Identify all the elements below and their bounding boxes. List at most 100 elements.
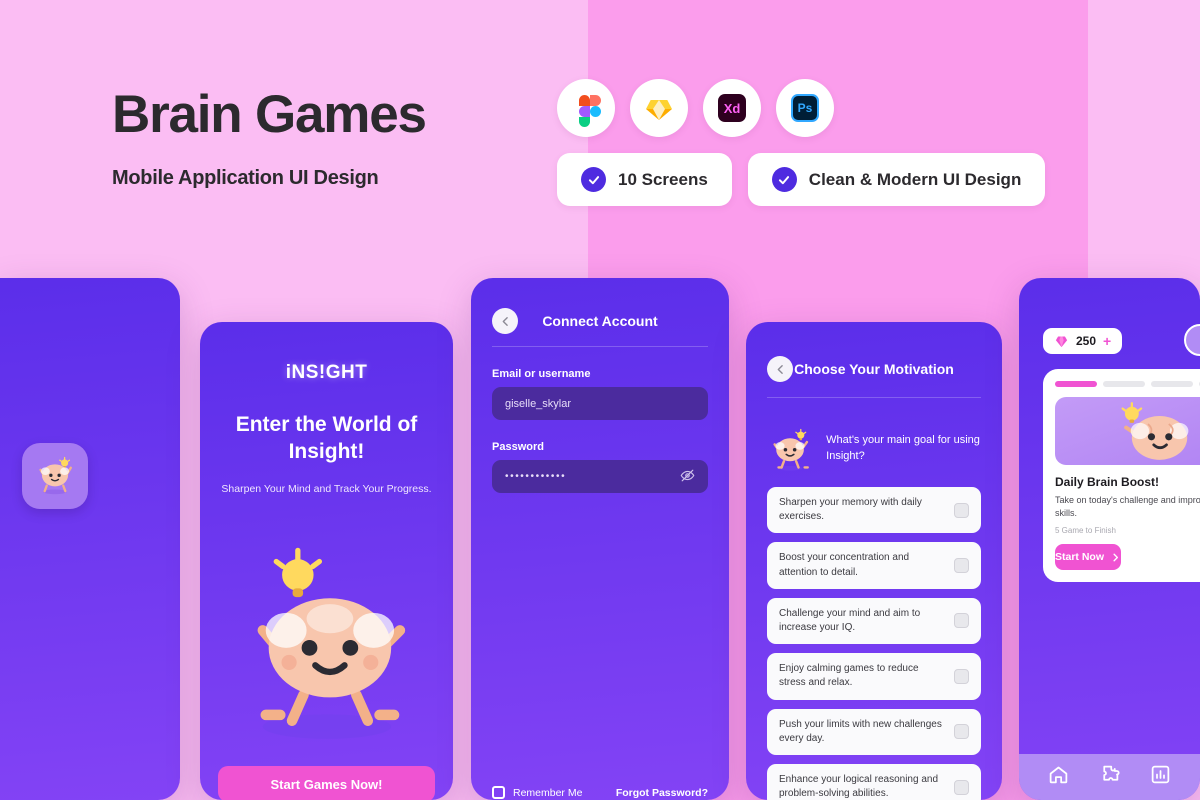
progress-indicator [1055, 381, 1200, 387]
tool-chip-adobe-xd[interactable]: Xd [703, 79, 761, 137]
eye-off-icon[interactable] [680, 468, 695, 486]
motivation-option-label: Enhance your logical reasoning and probl… [779, 773, 938, 800]
password-input[interactable]: •••••••••••• [492, 460, 708, 493]
adobe-xd-label: Xd [718, 94, 746, 122]
welcome-headline: Enter the World of Insight! [235, 413, 418, 463]
phone-screen-home: 250 + Daily Brain Boost! Take on today's… [1019, 278, 1200, 800]
remember-me-label: Remember Me [513, 786, 583, 799]
header-divider [492, 346, 708, 347]
remember-me-checkbox[interactable]: Remember Me [492, 786, 582, 799]
phone-screen-motivation: Choose Your Motivation What's your main … [746, 322, 1002, 800]
start-now-label: Start Now [1055, 551, 1105, 564]
checkbox-square-icon[interactable] [954, 558, 969, 574]
motivation-option-list: Sharpen your memory with daily exercises… [767, 487, 981, 800]
remember-row: Remember Me Forgot Password? [492, 786, 708, 799]
welcome-brand-wordmark: iNS!GHT [285, 362, 368, 383]
email-field-label: Email or username [492, 368, 591, 380]
list-item[interactable]: Push your limits with new challenges eve… [767, 708, 981, 755]
chevron-left-icon[interactable] [492, 308, 518, 334]
motivation-prompt-row: What's your main goal for using Insight? [767, 418, 981, 480]
motivation-header: Choose Your Motivation [767, 356, 981, 382]
checkbox-square-icon[interactable] [954, 613, 969, 629]
password-field-label: Password [492, 441, 544, 453]
feature-pill-design: Clean & Modern UI Design [747, 153, 1046, 206]
gems-count-label: 250 [1076, 334, 1097, 348]
start-now-button[interactable]: Start Now [1055, 544, 1122, 571]
checkbox-square-icon[interactable] [954, 502, 969, 518]
feature-pill-label: Clean & Modern UI Design [808, 169, 1022, 189]
password-input-value: •••••••••••• [505, 471, 567, 482]
list-item[interactable]: Boost your concentration and attention t… [767, 542, 981, 589]
list-item[interactable]: Enhance your logical reasoning and probl… [767, 763, 981, 800]
list-item[interactable]: Challenge your mind and aim to increase … [767, 597, 981, 645]
progress-step [1055, 381, 1097, 387]
progress-step [1151, 381, 1193, 387]
motivation-option-label: Enjoy calming games to reduce stress and… [779, 663, 919, 689]
daily-challenge-illustration [1055, 397, 1200, 465]
tool-chip-photoshop[interactable]: Ps [776, 79, 834, 137]
welcome-illustration [200, 522, 453, 762]
phone-screen-login: Connect Account Email or username gisell… [471, 278, 729, 800]
tool-chip-figma[interactable] [557, 79, 615, 137]
login-header: Connect Account [492, 308, 708, 334]
add-gems-button[interactable]: + [1103, 334, 1111, 348]
daily-challenge-meta: 5 Game to Finish [1055, 526, 1116, 536]
nav-stats-icon[interactable] [1150, 764, 1171, 790]
login-title: Connect Account [542, 313, 658, 329]
forgot-password-link[interactable]: Forgot Password? [616, 787, 708, 799]
gem-icon [1055, 336, 1068, 347]
header-divider [767, 397, 981, 398]
checkbox-square-icon [492, 786, 505, 799]
page-title: Brain Games [112, 85, 427, 144]
motivation-prompt-text: What's your main goal for using Insight? [826, 434, 980, 462]
email-field-group: Email or username giselle_skylar [492, 368, 708, 420]
checkbox-square-icon[interactable] [954, 668, 969, 684]
motivation-option-label: Push your limits with new challenges eve… [779, 718, 942, 744]
email-input-value: giselle_skylar [505, 397, 572, 410]
phone-screen-welcome: iNS!GHT Enter the World of Insight! Shar… [200, 322, 453, 800]
brain-mascot-icon [1121, 402, 1189, 460]
adobe-xd-icon: Xd [717, 93, 747, 123]
brain-mascot-icon [39, 456, 72, 495]
bottom-navigation [1019, 754, 1200, 800]
motivation-option-label: Boost your concentration and attention t… [779, 552, 910, 578]
chevron-right-icon [1113, 553, 1119, 561]
email-input[interactable]: giselle_skylar [492, 387, 708, 420]
checkbox-square-icon[interactable] [954, 779, 969, 795]
daily-challenge-card: Daily Brain Boost! Take on today's chall… [1043, 369, 1200, 583]
photoshop-label: Ps [791, 94, 819, 122]
feature-pill-label: 10 Screens [618, 169, 708, 189]
brain-mascot-icon [773, 428, 809, 471]
app-logo-tile [22, 443, 88, 509]
daily-challenge-description: Take on today's challenge and improve yo… [1055, 495, 1200, 519]
daily-challenge-title: Daily Brain Boost! [1055, 475, 1160, 489]
list-item[interactable]: Enjoy calming games to reduce stress and… [767, 653, 981, 700]
phone-screen-splash: iNS!GHT Loading... [0, 278, 180, 800]
page-subtitle: Mobile Application UI Design [112, 167, 379, 189]
start-games-button[interactable]: Start Games Now! [218, 766, 435, 800]
motivation-title: Choose Your Motivation [794, 361, 954, 377]
hero-header: Brain Games Mobile Application UI Design [112, 85, 427, 190]
chevron-left-icon[interactable] [767, 356, 793, 382]
motivation-option-label: Sharpen your memory with daily exercises… [779, 497, 922, 523]
avatar[interactable] [1184, 324, 1200, 356]
sketch-icon [644, 93, 674, 123]
photoshop-icon: Ps [790, 93, 820, 123]
list-item[interactable]: Sharpen your memory with daily exercises… [767, 487, 981, 534]
progress-step [1103, 381, 1145, 387]
check-circle-icon [581, 167, 606, 192]
feature-pill-screens: 10 Screens [557, 153, 732, 206]
welcome-subtitle: Sharpen Your Mind and Track Your Progres… [221, 483, 432, 495]
motivation-option-label: Challenge your mind and aim to increase … [779, 607, 921, 633]
feature-pill-row: 10 Screens Clean & Modern UI Design [557, 153, 1046, 206]
tool-chip-sketch[interactable] [630, 79, 688, 137]
nav-home-icon[interactable] [1048, 764, 1069, 790]
brain-mascot-icon [257, 547, 405, 739]
password-field-group: Password •••••••••••• [492, 441, 708, 493]
figma-icon [571, 93, 601, 127]
gems-counter-chip[interactable]: 250 + [1043, 328, 1123, 354]
nav-puzzle-icon[interactable] [1099, 764, 1120, 790]
check-circle-icon [771, 167, 797, 192]
checkbox-square-icon[interactable] [954, 724, 969, 740]
tool-badge-row: Xd Ps [557, 79, 834, 137]
